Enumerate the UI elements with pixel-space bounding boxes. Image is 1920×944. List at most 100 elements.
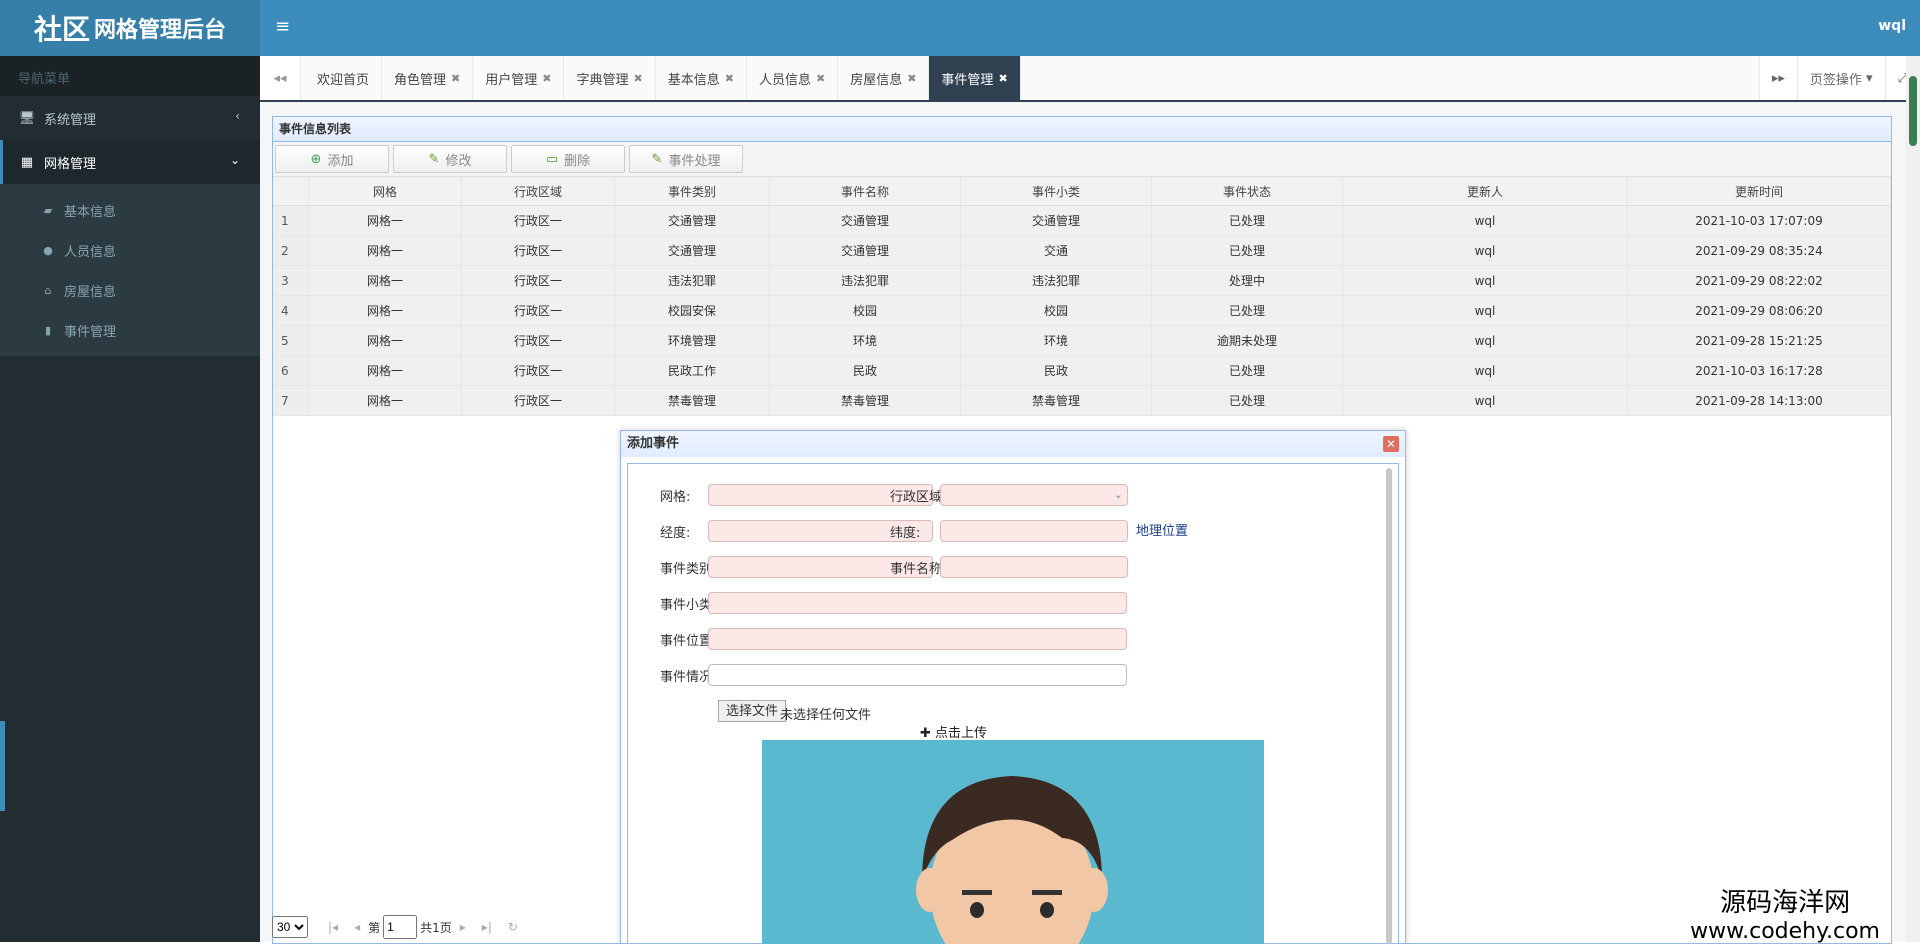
refresh-icon[interactable]: ↻: [508, 920, 518, 934]
logo-sub-text: 网格管理后台: [94, 18, 227, 43]
table-cell: wql: [1342, 355, 1628, 386]
table-cell: 网格一: [308, 325, 462, 356]
close-icon[interactable]: ✕: [1383, 436, 1399, 452]
last-page-icon[interactable]: ▸|: [482, 920, 492, 934]
table-cell: 网格一: [308, 385, 462, 416]
close-icon[interactable]: ✖: [725, 72, 734, 85]
sidebar-item-grid[interactable]: ▦ 网格管理 ⌄: [0, 140, 260, 184]
prev-page-icon[interactable]: ◂: [354, 920, 360, 934]
grid-submenu: ▰ 基本信息 ● 人员信息 ⌂ 房屋信息 ▮ 事件管理: [0, 184, 260, 356]
table-cell: 逾期未处理: [1151, 325, 1343, 356]
situation-input[interactable]: [708, 664, 1127, 686]
close-icon[interactable]: ✖: [451, 72, 460, 85]
table-row[interactable]: 6 网格一 行政区一 民政工作 民政 民政 已处理 wql 2021-10-03…: [273, 355, 1891, 386]
column-header[interactable]: 更新时间: [1627, 177, 1891, 206]
table-cell: 校园: [960, 295, 1152, 326]
home-icon: ⌂: [44, 283, 52, 297]
tab-person-info[interactable]: 人员信息 ✖: [747, 56, 839, 100]
subtype-input[interactable]: [708, 592, 1127, 614]
table-cell: 已处理: [1151, 295, 1343, 326]
page-size-select[interactable]: 30: [272, 916, 308, 938]
choose-file-button[interactable]: 选择文件: [718, 700, 787, 722]
table-row[interactable]: 4 网格一 行政区一 校园安保 校园 校园 已处理 wql 2021-09-29…: [273, 295, 1891, 326]
page-operations-label: 页签操作: [1809, 72, 1862, 88]
column-header[interactable]: 事件小类: [960, 177, 1152, 206]
table-row[interactable]: 7 网格一 行政区一 禁毒管理 禁毒管理 禁毒管理 已处理 wql 2021-0…: [273, 385, 1891, 416]
close-icon[interactable]: ✖: [816, 72, 825, 85]
latitude-input[interactable]: [940, 520, 1128, 542]
edit-button[interactable]: ✎ 修改: [393, 145, 507, 173]
event-name-input[interactable]: [940, 556, 1128, 578]
tab-dictionary-management[interactable]: 字典管理 ✖: [564, 56, 656, 100]
table-cell: 网格一: [308, 205, 462, 236]
tab-label: 房屋信息: [850, 72, 903, 88]
table-row[interactable]: 1 网格一 行政区一 交通管理 交通管理 交通管理 已处理 wql 2021-1…: [273, 205, 1891, 236]
top-header: 社区 网格管理后台 ≡ wql: [0, 0, 1920, 56]
longitude-label: 经度:: [660, 526, 691, 541]
sidebar-item-house-info[interactable]: ⌂ 房屋信息: [0, 270, 260, 310]
page-scrollbar[interactable]: [1906, 56, 1920, 942]
sidebar-item-basic-info[interactable]: ▰ 基本信息: [0, 190, 260, 230]
column-header[interactable]: 事件类别: [614, 177, 770, 206]
close-icon[interactable]: ✖: [907, 72, 916, 85]
tab-welcome[interactable]: 欢迎首页: [305, 56, 383, 100]
add-button[interactable]: ⊕ 添加: [275, 145, 389, 173]
table-cell: 行政区一: [461, 325, 615, 356]
table-cell: 2021-09-28 14:13:00: [1627, 385, 1891, 416]
table-header-row: 网格 行政区域 事件类别 事件名称 事件小类 事件状态 更新人 更新时间: [273, 177, 1891, 206]
tab-event-management[interactable]: 事件管理 ✖: [929, 56, 1021, 100]
table-cell: 禁毒管理: [960, 385, 1152, 416]
chevron-left-icon: ‹: [235, 109, 240, 123]
handle-event-button[interactable]: ✎ 事件处理: [629, 145, 743, 173]
upload-link[interactable]: ✚ 点击上传: [920, 722, 987, 741]
tab-label: 字典管理: [576, 72, 629, 88]
next-page-icon[interactable]: ▸: [460, 920, 466, 934]
page-operations-dropdown[interactable]: 页签操作 ▾: [1796, 56, 1885, 100]
delete-button-label: 删除: [564, 153, 591, 169]
menu-toggle-icon[interactable]: ≡: [275, 16, 290, 37]
tab-basic-info[interactable]: 基本信息 ✖: [656, 56, 747, 100]
table-row[interactable]: 2 网格一 行政区一 交通管理 交通管理 交通 已处理 wql 2021-09-…: [273, 235, 1891, 266]
first-page-icon[interactable]: |◂: [328, 920, 338, 934]
sidebar-item-system[interactable]: 🖥 系统管理 ‹: [0, 96, 260, 140]
tab-scroll-left-button[interactable]: ◂◂: [260, 56, 301, 100]
tab-role-management[interactable]: 角色管理 ✖: [382, 56, 474, 100]
column-header[interactable]: 网格: [308, 177, 462, 206]
page-number-input[interactable]: [383, 915, 418, 939]
table-row[interactable]: 5 网格一 行政区一 环境管理 环境 环境 逾期未处理 wql 2021-09-…: [273, 325, 1891, 356]
table-cell: 网格一: [308, 265, 462, 296]
dialog-title-bar: 添加事件 ✕: [621, 431, 1405, 457]
column-header[interactable]: 事件状态: [1151, 177, 1343, 206]
user-name[interactable]: wql: [1878, 18, 1906, 34]
column-header[interactable]: 事件名称: [769, 177, 961, 206]
sidebar-item-event-management[interactable]: ▮ 事件管理: [0, 310, 260, 350]
column-header[interactable]: 更新人: [1342, 177, 1628, 206]
add-button-label: 添加: [327, 153, 354, 169]
table-cell: 违法犯罪: [769, 265, 961, 296]
app-logo[interactable]: 社区 网格管理后台: [0, 0, 260, 56]
geo-location-link[interactable]: 地理位置: [1136, 520, 1188, 539]
row-number: 6: [273, 355, 309, 386]
sidebar-item-person-info[interactable]: ● 人员信息: [0, 230, 260, 270]
close-icon[interactable]: ✖: [998, 72, 1007, 85]
close-icon[interactable]: ✖: [542, 72, 551, 85]
tab-user-management[interactable]: 用户管理 ✖: [473, 56, 565, 100]
table-cell: 已处理: [1151, 235, 1343, 266]
tab-bar: ◂◂ 欢迎首页 角色管理 ✖ 用户管理 ✖ 字典管理 ✖ 基本信息 ✖ 人员信息…: [260, 56, 1920, 102]
table-cell: 环境管理: [614, 325, 770, 356]
table-row[interactable]: 3 网格一 行政区一 违法犯罪 违法犯罪 违法犯罪 处理中 wql 2021-0…: [273, 265, 1891, 296]
latitude-label: 纬度:: [890, 526, 921, 541]
location-input[interactable]: [708, 628, 1127, 650]
table-cell: 禁毒管理: [769, 385, 961, 416]
table-cell: 违法犯罪: [614, 265, 770, 296]
tab-scroll-right-button[interactable]: ▸▸: [1758, 56, 1797, 100]
column-header[interactable]: 行政区域: [461, 177, 615, 206]
table-cell: 交通管理: [960, 205, 1152, 236]
region-select[interactable]: ⌄: [940, 484, 1128, 506]
table-cell: wql: [1342, 235, 1628, 266]
tab-house-info[interactable]: 房屋信息 ✖: [838, 56, 930, 100]
delete-button[interactable]: ▭ 删除: [511, 145, 625, 173]
scrollbar-thumb[interactable]: [1909, 76, 1917, 146]
close-icon[interactable]: ✖: [634, 72, 643, 85]
dialog-scrollbar[interactable]: [1386, 468, 1392, 944]
